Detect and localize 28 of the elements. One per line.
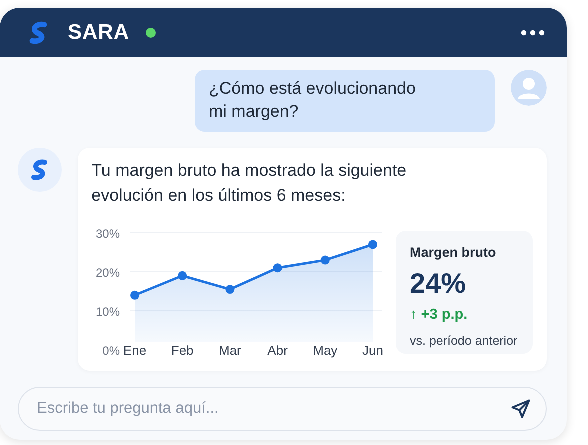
chart-point xyxy=(320,256,330,265)
axis-label: 20% xyxy=(96,266,120,280)
chart-point xyxy=(225,284,234,294)
axis-label: Jun xyxy=(362,342,384,358)
app-title: SARA xyxy=(68,20,130,46)
axis-label: 0% xyxy=(102,344,120,358)
chart-point xyxy=(130,290,140,300)
axis-label: Mar xyxy=(218,342,242,358)
axis-label: 10% xyxy=(96,304,120,319)
avatar-icon xyxy=(511,70,547,106)
axis-label: Abr xyxy=(267,342,288,358)
chart-point xyxy=(368,240,378,250)
send-icon[interactable] xyxy=(510,398,532,420)
chart-point xyxy=(178,271,187,280)
message-text: Tu margen bruto ha mostrado la siguiente evolución en los últimos 6 meses: xyxy=(92,160,408,208)
stat-label: Margen bruto xyxy=(410,244,498,262)
axis-label: Feb xyxy=(171,342,194,358)
question-field[interactable]: Escribe tu pregunta aquí... xyxy=(35,396,510,422)
message-bubble: ¿Cómo está evolucionando mi margen? xyxy=(195,70,495,132)
chart-point xyxy=(272,263,282,272)
message-composer[interactable]: Escribe tu pregunta aquí... xyxy=(18,386,547,431)
axis-label: 30% xyxy=(96,226,120,241)
axis-label: May xyxy=(312,342,338,358)
stat-change: ↑ +3 p.p. xyxy=(410,306,469,325)
axis-label: Ene xyxy=(123,342,146,358)
stat-value: 24% xyxy=(410,267,468,301)
more-icon[interactable] xyxy=(521,30,545,36)
stat-note: vs. período anterior xyxy=(410,333,519,350)
